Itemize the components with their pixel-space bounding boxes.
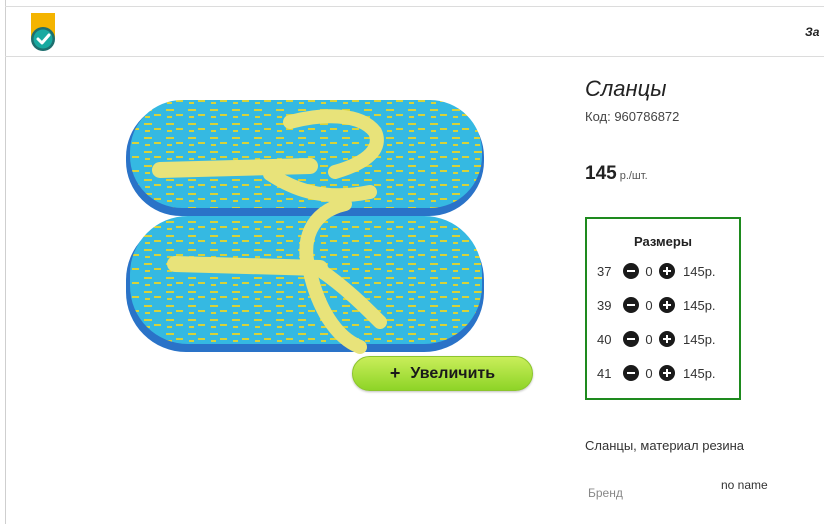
size-label: 39 (597, 297, 612, 313)
quantity-value: 0 (645, 263, 653, 279)
quantity-value: 0 (645, 331, 653, 347)
sizes-title: Размеры (634, 234, 692, 249)
product-image[interactable] (120, 92, 490, 362)
header-divider (5, 56, 824, 57)
size-price: 145р. (683, 365, 716, 381)
minus-icon[interactable] (623, 365, 639, 381)
size-row: 40 0 145р. (597, 330, 716, 348)
zoom-button-label: Увеличить (410, 364, 496, 382)
size-price: 145р. (683, 263, 716, 279)
product-title: Сланцы (585, 76, 667, 101)
size-row: 39 0 145р. (597, 296, 716, 314)
brand-value: no name (721, 478, 768, 492)
product-description: Сланцы, материал резина (585, 438, 745, 453)
product-code: Код: 960786872 (585, 109, 680, 124)
size-label: 37 (597, 263, 612, 279)
size-label: 40 (597, 331, 612, 347)
size-price: 145р. (683, 297, 716, 313)
checkmark-badge-icon[interactable] (29, 13, 57, 53)
plus-icon[interactable] (659, 365, 675, 381)
size-row: 37 0 145р. (597, 262, 716, 280)
minus-icon[interactable] (623, 263, 639, 279)
plus-icon[interactable] (659, 331, 675, 347)
header-nav-cut-text[interactable]: За (805, 25, 819, 39)
product-price: 145 р./шт. (585, 163, 648, 185)
frame-top-border (5, 6, 824, 7)
plus-icon[interactable] (659, 297, 675, 313)
price-unit: р./шт. (619, 170, 648, 182)
plus-icon: + (389, 363, 401, 383)
quantity-value: 0 (645, 297, 653, 313)
minus-icon[interactable] (623, 297, 639, 313)
quantity-value: 0 (645, 365, 653, 381)
minus-icon[interactable] (623, 331, 639, 347)
size-price: 145р. (683, 331, 716, 347)
zoom-button[interactable]: + Увеличить (352, 356, 533, 391)
size-row: 41 0 145р. (597, 364, 716, 382)
frame-left-border (5, 0, 6, 524)
size-label: 41 (597, 365, 612, 381)
price-value: 145 (585, 163, 617, 184)
sizes-panel: Размеры 37 0 145р. 39 0 145р. 40 0 145р.… (585, 217, 741, 400)
brand-label: Бренд (588, 486, 623, 500)
plus-icon[interactable] (659, 263, 675, 279)
